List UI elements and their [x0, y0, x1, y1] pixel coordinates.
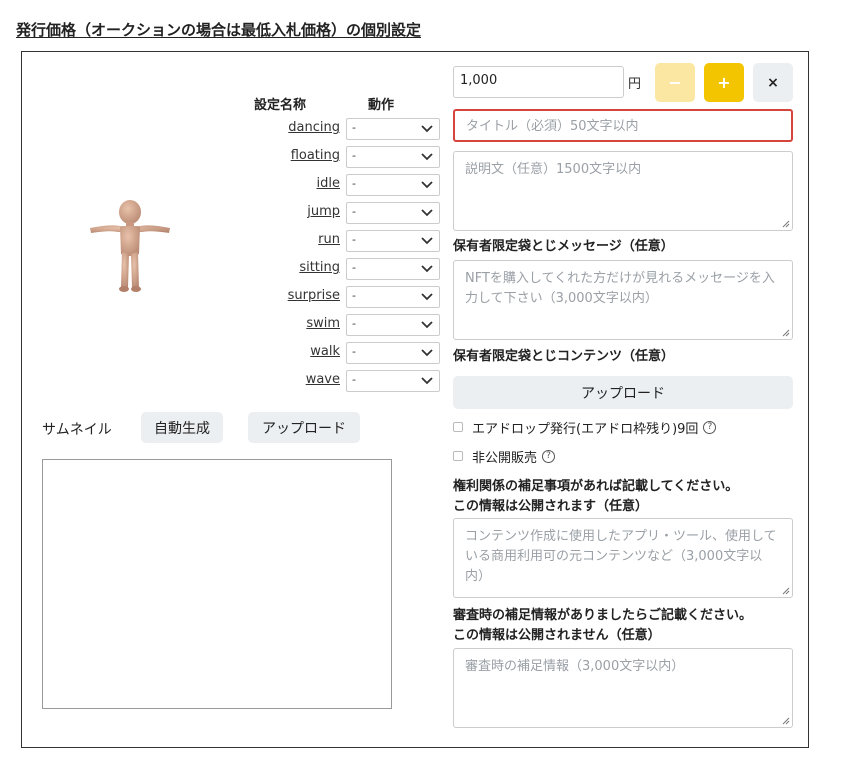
page-title: 発行価格（オークションの場合は最低入札価格）の個別設定 — [16, 21, 422, 39]
motion-name-wave[interactable]: wave — [306, 372, 340, 387]
rights-label-line1: 権利関係の補足事項があれば記載してください。 — [453, 479, 739, 494]
motion-select-dancing[interactable]: - — [346, 118, 440, 140]
holder-message-label: 保有者限定袋とじメッセージ（任意） — [453, 239, 674, 254]
motion-select-walk[interactable]: - — [346, 342, 440, 364]
motion-row: wave - — [250, 370, 450, 392]
help-icon[interactable]: ? — [542, 449, 556, 463]
chevron-down-icon — [421, 349, 433, 357]
motion-select-swim[interactable]: - — [346, 314, 440, 336]
thumbnail-preview — [42, 459, 392, 709]
increment-button[interactable]: + — [704, 63, 744, 102]
motion-row: run - — [250, 230, 450, 252]
chevron-down-icon — [421, 293, 433, 301]
private-sale-checkbox[interactable] — [453, 451, 463, 461]
motion-select-sitting[interactable]: - — [346, 258, 440, 280]
resize-grip-icon[interactable] — [782, 220, 790, 228]
airdrop-label: エアドロップ発行(エアドロ枠残り)9回 — [472, 421, 699, 437]
yen-unit: 円 — [628, 77, 642, 92]
title-input[interactable]: タイトル（必須）50文字以内 — [453, 109, 793, 142]
chevron-down-icon — [421, 237, 433, 245]
rights-label-line2: この情報は公開されます（任意） — [453, 499, 649, 514]
motion-row: dancing - — [250, 118, 450, 140]
motion-name-sitting[interactable]: sitting — [299, 260, 340, 275]
motion-row: floating - — [250, 146, 450, 168]
motion-name-dancing[interactable]: dancing — [288, 120, 340, 135]
motion-row: surprise - — [250, 286, 450, 308]
motion-name-floating[interactable]: floating — [291, 148, 340, 163]
chevron-down-icon — [421, 125, 433, 133]
help-icon[interactable]: ? — [703, 420, 717, 434]
upload-thumbnail-button[interactable]: アップロード — [248, 412, 360, 443]
decrement-button[interactable]: − — [655, 63, 695, 102]
motion-select-floating[interactable]: - — [346, 146, 440, 168]
motion-name-surprise[interactable]: surprise — [288, 288, 340, 303]
auto-generate-thumbnail-button[interactable]: 自動生成 — [141, 412, 223, 443]
motion-select-run[interactable]: - — [346, 230, 440, 252]
close-button[interactable]: × — [753, 63, 793, 102]
motion-row: sitting - — [250, 258, 450, 280]
item-settings-card: 設定名称 動作 dancing - floating - idle - jump… — [21, 51, 809, 748]
description-textarea[interactable]: 説明文（任意）1500文字以内 — [453, 151, 793, 231]
motion-name-jump[interactable]: jump — [307, 204, 340, 219]
chevron-down-icon — [421, 265, 433, 273]
rights-textarea[interactable]: コンテンツ作成に使用したアプリ・ツール、使用している商用利用可の元コンテンツなど… — [453, 518, 793, 598]
holder-message-textarea[interactable]: NFTを購入してくれた方だけが見れるメッセージを入力して下さい（3,000文字以… — [453, 260, 793, 340]
chevron-down-icon — [421, 377, 433, 385]
chevron-down-icon — [421, 153, 433, 161]
motion-row: jump - — [250, 202, 450, 224]
private-sale-label: 非公開販売 — [472, 450, 538, 466]
motion-action-header: 動作 — [368, 98, 395, 113]
motion-name-swim[interactable]: swim — [306, 316, 340, 331]
motion-row: swim - — [250, 314, 450, 336]
chevron-down-icon — [421, 181, 433, 189]
airdrop-row: エアドロップ発行(エアドロ枠残り)9回 ? — [453, 418, 717, 437]
chevron-down-icon — [421, 321, 433, 329]
airdrop-checkbox[interactable] — [453, 422, 463, 432]
motion-name-idle[interactable]: idle — [317, 176, 340, 191]
resize-grip-icon[interactable] — [782, 717, 790, 725]
private-sale-row: 非公開販売 ? — [453, 447, 556, 466]
review-label-line1: 審査時の補足情報がありましたらご記載ください。 — [453, 608, 753, 623]
holder-content-label: 保有者限定袋とじコンテンツ（任意） — [453, 349, 675, 364]
resize-grip-icon[interactable] — [782, 587, 790, 595]
motion-row: walk - — [250, 342, 450, 364]
motion-select-idle[interactable]: - — [346, 174, 440, 196]
review-textarea[interactable]: 審査時の補足情報（3,000文字以内） — [453, 648, 793, 728]
motion-name-run[interactable]: run — [318, 232, 340, 247]
price-input[interactable]: 1,000 — [453, 66, 624, 98]
motion-select-wave[interactable]: - — [346, 370, 440, 392]
resize-grip-icon[interactable] — [782, 329, 790, 337]
motion-row: idle - — [250, 174, 450, 196]
review-label-line2: この情報は公開されません（任意） — [453, 628, 661, 643]
motion-name-walk[interactable]: walk — [310, 344, 340, 359]
avatar-3d-preview[interactable] — [84, 198, 176, 294]
holder-content-upload-button[interactable]: アップロード — [453, 376, 793, 409]
motion-select-surprise[interactable]: - — [346, 286, 440, 308]
motion-name-header: 設定名称 — [254, 98, 307, 113]
thumbnail-label: サムネイル — [42, 422, 112, 438]
motion-select-jump[interactable]: - — [346, 202, 440, 224]
chevron-down-icon — [421, 209, 433, 217]
